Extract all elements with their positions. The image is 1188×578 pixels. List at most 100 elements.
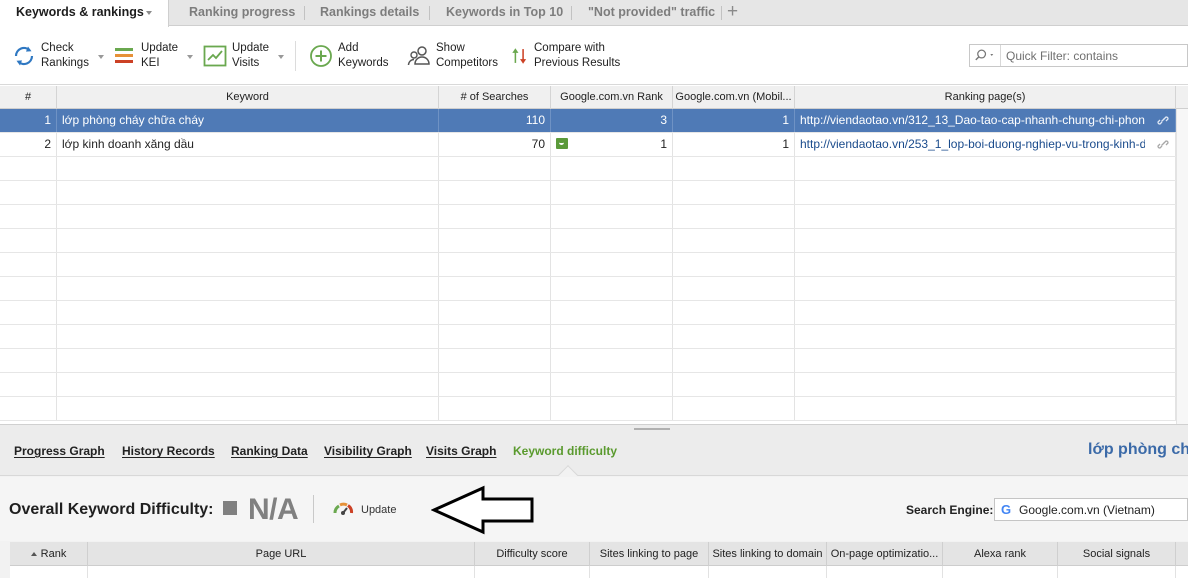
sort-ascending-icon (30, 552, 37, 556)
panel-keyword-title: lớp phòng ch (1088, 441, 1188, 458)
subtab-history-records[interactable]: History Records (122, 444, 215, 458)
cell-ranking-page (795, 205, 1176, 228)
search-engine-label: Search Engine: (906, 503, 994, 517)
column-header-searches[interactable]: # of Searches (439, 86, 551, 109)
add-circle-icon (310, 45, 332, 67)
cell-ranking-page[interactable]: http://viendaotao.vn/312_13_Dao-tao-cap-… (795, 109, 1176, 132)
grid-line (589, 566, 590, 578)
link-chain-icon[interactable] (1157, 139, 1169, 150)
tab-keywords-rankings[interactable]: Keywords & rankings (0, 0, 169, 27)
details-panel: Progress Graph History Records Ranking D… (0, 434, 1188, 578)
tab-label: Ranking progress (189, 5, 296, 19)
column-header-alexa-rank[interactable]: Alexa rank (943, 542, 1058, 566)
link-chain-icon[interactable] (1157, 115, 1169, 126)
difficulty-summary: Overall Keyword Difficulty: N/A Update S… (0, 477, 1188, 541)
chevron-down-icon[interactable] (97, 55, 104, 59)
subtab-progress-graph[interactable]: Progress Graph (14, 444, 105, 458)
cell-ranking-page (795, 277, 1176, 300)
chevron-down-icon[interactable] (278, 55, 285, 59)
table-row[interactable]: 2 lớp kinh doanh xăng dầu 70 1 1 http://viend… (0, 133, 1188, 157)
quick-filter-input[interactable] (1006, 48, 1184, 63)
quick-filter[interactable] (969, 44, 1188, 67)
arrow-annotation-icon (431, 485, 534, 535)
column-header-google-mobile[interactable]: Google.com.vn (Mobil... (673, 86, 795, 109)
splitter-grip-icon[interactable] (634, 428, 670, 430)
add-tab-icon[interactable]: + (727, 2, 738, 22)
subtab-visits-graph[interactable]: Visits Graph (426, 444, 496, 458)
cell-keyword (57, 349, 439, 372)
update-difficulty-button[interactable]: Update (331, 497, 396, 523)
column-header-number[interactable]: # (0, 86, 57, 109)
check-rankings-button[interactable]: Check Rankings (11, 40, 104, 72)
panel-splitter[interactable] (0, 424, 1188, 434)
search-engine-value: Google.com.vn (Vietnam) (1019, 503, 1155, 517)
cell-number-text: 1 (44, 113, 51, 127)
column-header-social-signals[interactable]: Social signals (1058, 542, 1176, 566)
column-header-onpage-optimization[interactable]: On-page optimizatio... (827, 542, 943, 566)
cell-number (0, 205, 57, 228)
cell-searches (439, 349, 551, 372)
cell-ranking-page[interactable]: http://viendaotao.vn/253_1_lop-boi-duong… (795, 133, 1176, 156)
check-rankings-label: Check Rankings (41, 42, 89, 69)
competitors-icon (407, 46, 430, 66)
cell-google-mobile (673, 349, 795, 372)
toolbar-divider (295, 41, 296, 71)
cell-ranking-page (795, 373, 1176, 396)
cell-searches (439, 373, 551, 396)
cell-google-mobile: 1 (673, 133, 795, 156)
column-header-google-rank[interactable]: Google.com.vn Rank (551, 86, 673, 109)
cell-number (0, 181, 57, 204)
tab-bar: Keywords & rankings Ranking progress Ran… (0, 0, 1188, 27)
cell-searches (439, 229, 551, 252)
empty-table-row (0, 373, 1188, 397)
cell-keyword (57, 205, 439, 228)
column-header-ranking-pages[interactable]: Ranking page(s) (795, 86, 1176, 109)
subtab-visibility-graph[interactable]: Visibility Graph (324, 444, 412, 458)
tab-not-provided-traffic[interactable]: "Not provided" traffic (572, 0, 722, 26)
add-keywords-button[interactable]: Add Keywords (308, 40, 389, 72)
refresh-icon (14, 46, 34, 66)
cell-keyword-text: lớp phòng cháy chữa cháy (62, 113, 204, 127)
compare-results-label: Compare with Previous Results (534, 42, 621, 69)
column-header-difficulty-score[interactable]: Difficulty score (475, 542, 590, 566)
cell-ranking-page (795, 325, 1176, 348)
column-header-sites-linking-page[interactable]: Sites linking to page (590, 542, 709, 566)
cell-ranking-page (795, 181, 1176, 204)
empty-table-row (0, 397, 1188, 421)
column-header-page-url[interactable]: Page URL (88, 542, 475, 566)
column-header-sites-linking-domain[interactable]: Sites linking to domain (709, 542, 827, 566)
cell-number (0, 277, 57, 300)
update-visits-button[interactable]: Update Visits (202, 40, 285, 72)
cell-keyword: lớp kinh doanh xăng dầu (57, 133, 439, 156)
cell-google-rank-text: 1 (660, 137, 667, 151)
column-header-rank[interactable]: Rank (10, 542, 88, 566)
table-row[interactable]: 1 lớp phòng cháy chữa cháy 110 3 1 http://vie… (0, 109, 1188, 133)
grid-line (474, 566, 475, 578)
tab-ranking-progress[interactable]: Ranking progress (173, 0, 305, 26)
grid-line (708, 566, 709, 578)
tab-label: "Not provided" traffic (588, 5, 716, 19)
show-competitors-button[interactable]: Show Competitors (406, 40, 498, 72)
cell-searches (439, 253, 551, 276)
subtab-ranking-data[interactable]: Ranking Data (231, 444, 308, 458)
tab-label: Keywords in Top 10 (446, 5, 564, 19)
chevron-down-icon[interactable] (187, 55, 194, 59)
difficulty-divider (313, 495, 314, 523)
cell-searches (439, 301, 551, 324)
chevron-down-icon[interactable] (146, 11, 152, 15)
difficulty-grid: Rank Page URL Difficulty score Sites lin… (10, 542, 1188, 578)
search-engine-select[interactable]: G Google.com.vn (Vietnam) (994, 498, 1188, 521)
compare-results-button[interactable]: Compare with Previous Results (510, 40, 620, 72)
update-kei-button[interactable]: Update KEI (111, 40, 194, 72)
vertical-scrollbar[interactable] (1176, 109, 1188, 424)
column-header-keyword[interactable]: Keyword (57, 86, 439, 109)
subtab-keyword-difficulty[interactable]: Keyword difficulty (513, 444, 617, 458)
add-keywords-label: Add Keywords (338, 42, 389, 69)
cell-google-mobile (673, 325, 795, 348)
tab-keywords-top10[interactable]: Keywords in Top 10 (430, 0, 572, 26)
cell-number (0, 253, 57, 276)
cell-ranking-page (795, 157, 1176, 180)
cell-google-mobile (673, 157, 795, 180)
search-icon[interactable] (970, 45, 1001, 66)
tab-rankings-details[interactable]: Rankings details (304, 0, 430, 26)
